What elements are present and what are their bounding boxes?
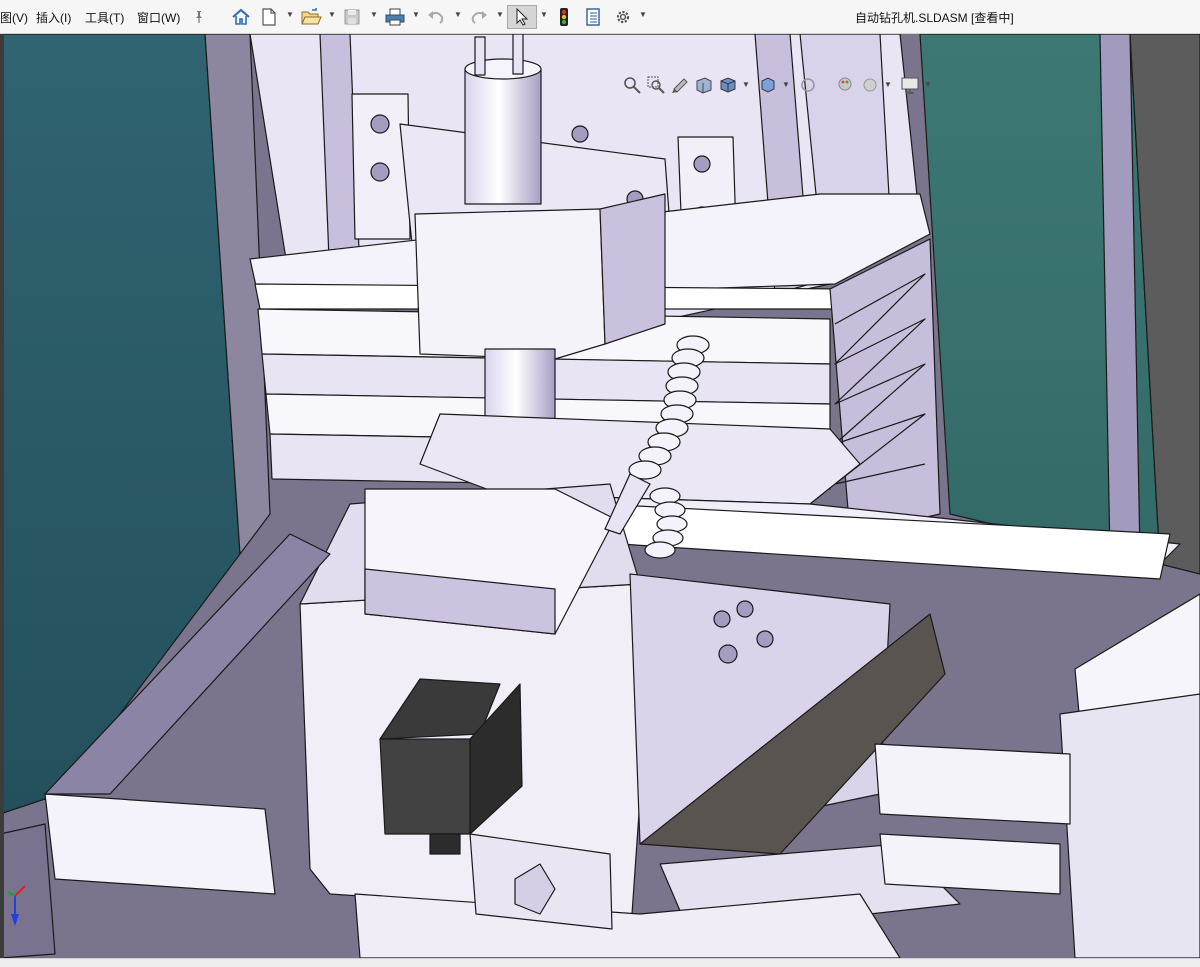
apply-scene-icon[interactable] [860, 74, 880, 96]
previous-view-icon[interactable] [670, 74, 690, 96]
select-dropdown-icon[interactable]: ▼ [540, 10, 548, 19]
new-file-dropdown-icon[interactable]: ▼ [286, 10, 294, 19]
apply-scene-dropdown-icon[interactable]: ▼ [884, 80, 892, 89]
view-orientation-icon[interactable] [718, 74, 738, 96]
traffic-light-icon[interactable] [556, 5, 572, 29]
graphics-viewport[interactable]: ▼ ▼ ▼ ▼ [0, 34, 1200, 958]
select-arrow-icon[interactable] [507, 5, 537, 29]
file-properties-icon[interactable] [583, 5, 603, 29]
status-bar [0, 958, 1200, 967]
spindle-motor-housing [414, 208, 606, 360]
open-folder-icon[interactable] [299, 5, 323, 29]
save-dropdown-icon[interactable]: ▼ [370, 10, 378, 19]
pin-icon[interactable] [190, 5, 208, 29]
display-style-dropdown-icon[interactable]: ▼ [782, 80, 790, 89]
undo-icon[interactable] [425, 5, 447, 29]
section-view-icon[interactable] [694, 74, 714, 96]
view-orientation-dropdown-icon[interactable]: ▼ [742, 80, 750, 89]
home-icon[interactable] [229, 5, 253, 29]
undo-dropdown-icon[interactable]: ▼ [454, 10, 462, 19]
enclosure-left-panel [0, 34, 241, 815]
menu-window[interactable]: 窗口(W) [137, 9, 180, 26]
bottom-tray [44, 793, 276, 895]
edit-appearance-icon[interactable] [836, 74, 856, 96]
view-settings-dropdown-icon[interactable]: ▼ [924, 80, 932, 89]
print-icon[interactable] [383, 5, 407, 29]
save-icon[interactable] [341, 5, 363, 29]
settings-dropdown-icon[interactable]: ▼ [639, 10, 647, 19]
main-toolbar: 图(V) 插入(I) 工具(T) 窗口(W) ▼ ▼ ▼ ▼ ▼ ▼ ▼ ▼ 自… [0, 0, 1200, 34]
print-dropdown-icon[interactable]: ▼ [412, 10, 420, 19]
display-style-icon[interactable] [758, 74, 778, 96]
hide-show-icon[interactable] [798, 74, 818, 96]
redo-dropdown-icon[interactable]: ▼ [496, 10, 504, 19]
bellows-side [829, 238, 941, 535]
redo-icon[interactable] [468, 5, 490, 29]
spindle-top-cylinder [464, 68, 542, 205]
menu-view[interactable]: 图(V) [0, 9, 28, 26]
zoom-area-icon[interactable] [646, 74, 666, 96]
new-file-icon[interactable] [259, 5, 279, 29]
gear-icon[interactable] [612, 5, 634, 29]
document-title: 自动钻孔机.SLDASM [查看中] [855, 11, 1014, 25]
menu-tools[interactable]: 工具(T) [85, 9, 124, 26]
zoom-to-fit-icon[interactable] [622, 74, 642, 96]
view-settings-icon[interactable] [900, 74, 920, 96]
menu-insert[interactable]: 插入(I) [36, 9, 71, 26]
open-dropdown-icon[interactable]: ▼ [328, 10, 336, 19]
assembly-model-render[interactable] [0, 34, 1200, 958]
